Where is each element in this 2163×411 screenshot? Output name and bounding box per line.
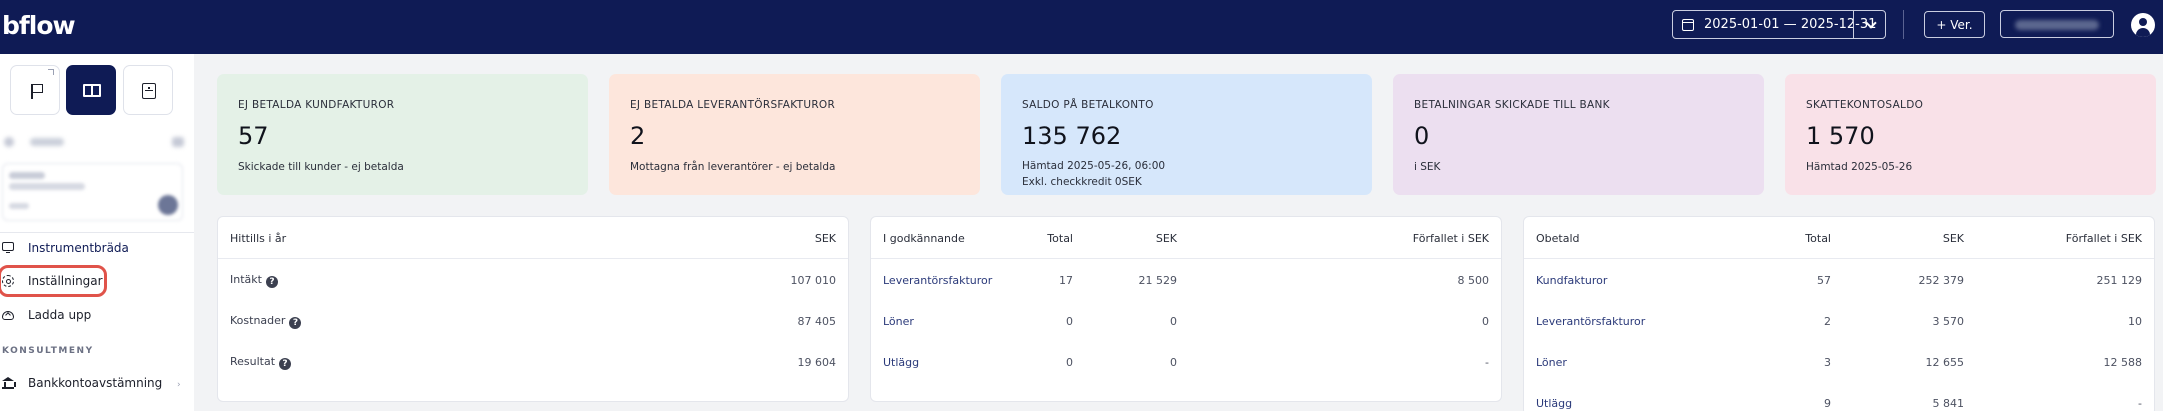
settings-highlight-ring xyxy=(0,265,107,297)
kpi-card-unpaid-customer-invoices[interactable]: EJ BETALDA KUNDFAKTUROR 57 Skickade till… xyxy=(217,74,588,195)
user-avatar-icon[interactable] xyxy=(2131,13,2155,37)
company-selector[interactable] xyxy=(2000,10,2114,38)
row-link[interactable]: Utlägg xyxy=(883,356,919,369)
row-label: Kostnader xyxy=(230,314,286,327)
col-total: Total xyxy=(1047,232,1073,245)
kpi-subtitle: Skickade till kunder - ej betalda xyxy=(238,161,404,173)
kpi-subtitle: Mottagna från leverantörer - ej betalda xyxy=(630,161,836,173)
approval-title: I godkännande xyxy=(883,232,965,245)
row-link[interactable]: Utlägg xyxy=(1536,397,1572,410)
row-link[interactable]: Löner xyxy=(883,315,914,328)
ytd-panel: Hittills i år SEK Intäkt? 107 010 Kostna… xyxy=(217,216,849,402)
col-total: Total xyxy=(1805,232,1831,245)
sidebar-item-label: Bankkontoavstämning xyxy=(28,376,163,390)
cloud-upload-icon xyxy=(2,311,14,320)
kpi-card-payment-account-balance[interactable]: SALDO PÅ BETALKONTO 135 762 Hämtad 2025-… xyxy=(1001,74,1372,195)
row-label: Intäkt xyxy=(230,273,262,286)
kpi-title: BETALNINGAR SKICKADE TILL BANK xyxy=(1414,99,1610,111)
tool-tile-book[interactable] xyxy=(66,65,116,115)
approval-header: I godkännande Total SEK Förfallet i SEK xyxy=(871,217,1501,259)
help-icon[interactable]: ? xyxy=(279,358,292,370)
col-sek: SEK xyxy=(1155,232,1177,245)
book-icon xyxy=(83,84,101,97)
sidebar-item-dashboard[interactable]: Instrumentbräda xyxy=(0,233,194,263)
date-range-label: 2025-01-01 — 2025-12-31 xyxy=(1704,17,1877,32)
col-sek: SEK xyxy=(1942,232,1964,245)
consultant-menu-label: KONSULTMENY xyxy=(2,346,94,356)
tool-tile-flag[interactable] xyxy=(10,65,60,115)
ytd-title: Hittills i år xyxy=(230,232,287,245)
row-value: 107 010 xyxy=(790,274,837,287)
row-label: Resultat xyxy=(230,355,276,368)
sidebar-item-bank-reconciliation[interactable]: Bankkontoavstämning › xyxy=(0,368,194,398)
flag-icon xyxy=(31,84,43,99)
kpi-value: 1 570 xyxy=(1806,122,1875,150)
external-link-icon xyxy=(48,69,54,75)
top-bar: bflow 2025-01-01 — 2025-12-31 + Ver. xyxy=(0,0,2163,54)
ytd-header: Hittills i år SEK xyxy=(218,217,848,259)
approval-panel: I godkännande Total SEK Förfallet i SEK … xyxy=(870,216,1502,402)
kpi-value: 57 xyxy=(238,122,269,150)
header-divider xyxy=(1903,10,1904,39)
help-icon[interactable]: ? xyxy=(265,276,278,288)
kpi-subtitle-secondary: Exkl. checkkredit 0SEK xyxy=(1022,176,1142,188)
col-overdue: Förfallet i SEK xyxy=(2065,232,2142,245)
kpi-title: SKATTEKONTOSALDO xyxy=(1806,99,1924,111)
unpaid-title: Obetald xyxy=(1536,232,1580,245)
row-link[interactable]: Löner xyxy=(1536,356,1567,369)
kpi-title: EJ BETALDA LEVERANTÖRSFAKTUROR xyxy=(630,99,836,111)
sidebar-item-label: Instrumentbräda xyxy=(28,241,129,255)
sidebar-item-label: Ladda upp xyxy=(28,308,92,322)
company-card[interactable] xyxy=(2,163,183,221)
ytd-currency-header: SEK xyxy=(814,232,836,245)
row-link[interactable]: Leverantörsfakturor xyxy=(883,274,992,287)
calculator-icon xyxy=(142,83,156,99)
row-value: 87 405 xyxy=(797,315,837,328)
sidebar-search[interactable] xyxy=(4,135,184,149)
kpi-title: EJ BETALDA KUNDFAKTUROR xyxy=(238,99,395,111)
kpi-card-unpaid-supplier-invoices[interactable]: EJ BETALDA LEVERANTÖRSFAKTUROR 2 Mottagn… xyxy=(609,74,980,195)
monitor-icon xyxy=(2,242,14,253)
calendar-icon xyxy=(1682,18,1694,31)
row-link[interactable]: Kundfakturor xyxy=(1536,274,1607,287)
bflow-logo[interactable]: bflow xyxy=(2,11,76,40)
row-link[interactable]: Leverantörsfakturor xyxy=(1536,315,1645,328)
kpi-card-payments-sent-to-bank[interactable]: BETALNINGAR SKICKADE TILL BANK 0 i SEK xyxy=(1393,74,1764,195)
unpaid-panel: Obetald Total SEK Förfallet i SEK Kundfa… xyxy=(1523,216,2155,411)
help-icon[interactable]: ? xyxy=(289,317,302,329)
col-overdue: Förfallet i SEK xyxy=(1412,232,1489,245)
kpi-value: 135 762 xyxy=(1022,122,1122,150)
sidebar: Instrumentbräda Inställningar Ladda upp … xyxy=(0,54,194,411)
kpi-subtitle: Hämtad 2025-05-26, 06:00 xyxy=(1022,160,1166,172)
row-value: 19 604 xyxy=(797,356,837,369)
bank-icon xyxy=(2,377,16,389)
kpi-subtitle: Hämtad 2025-05-26 xyxy=(1806,161,1913,173)
kpi-title: SALDO PÅ BETALKONTO xyxy=(1022,99,1154,111)
tool-tile-calculator[interactable] xyxy=(123,65,173,115)
sidebar-item-upload[interactable]: Ladda upp xyxy=(0,300,194,330)
chevron-right-icon: › xyxy=(177,380,181,390)
kpi-card-tax-account-balance[interactable]: SKATTEKONTOSALDO 1 570 Hämtad 2025-05-26 xyxy=(1785,74,2156,195)
date-range-picker[interactable]: 2025-01-01 — 2025-12-31 xyxy=(1672,10,1886,39)
kpi-value: 0 xyxy=(1414,122,1430,150)
kpi-value: 2 xyxy=(630,122,646,150)
kpi-subtitle: i SEK xyxy=(1414,161,1441,173)
unpaid-header: Obetald Total SEK Förfallet i SEK xyxy=(1524,217,2154,259)
new-verification-button[interactable]: + Ver. xyxy=(1924,11,1985,38)
